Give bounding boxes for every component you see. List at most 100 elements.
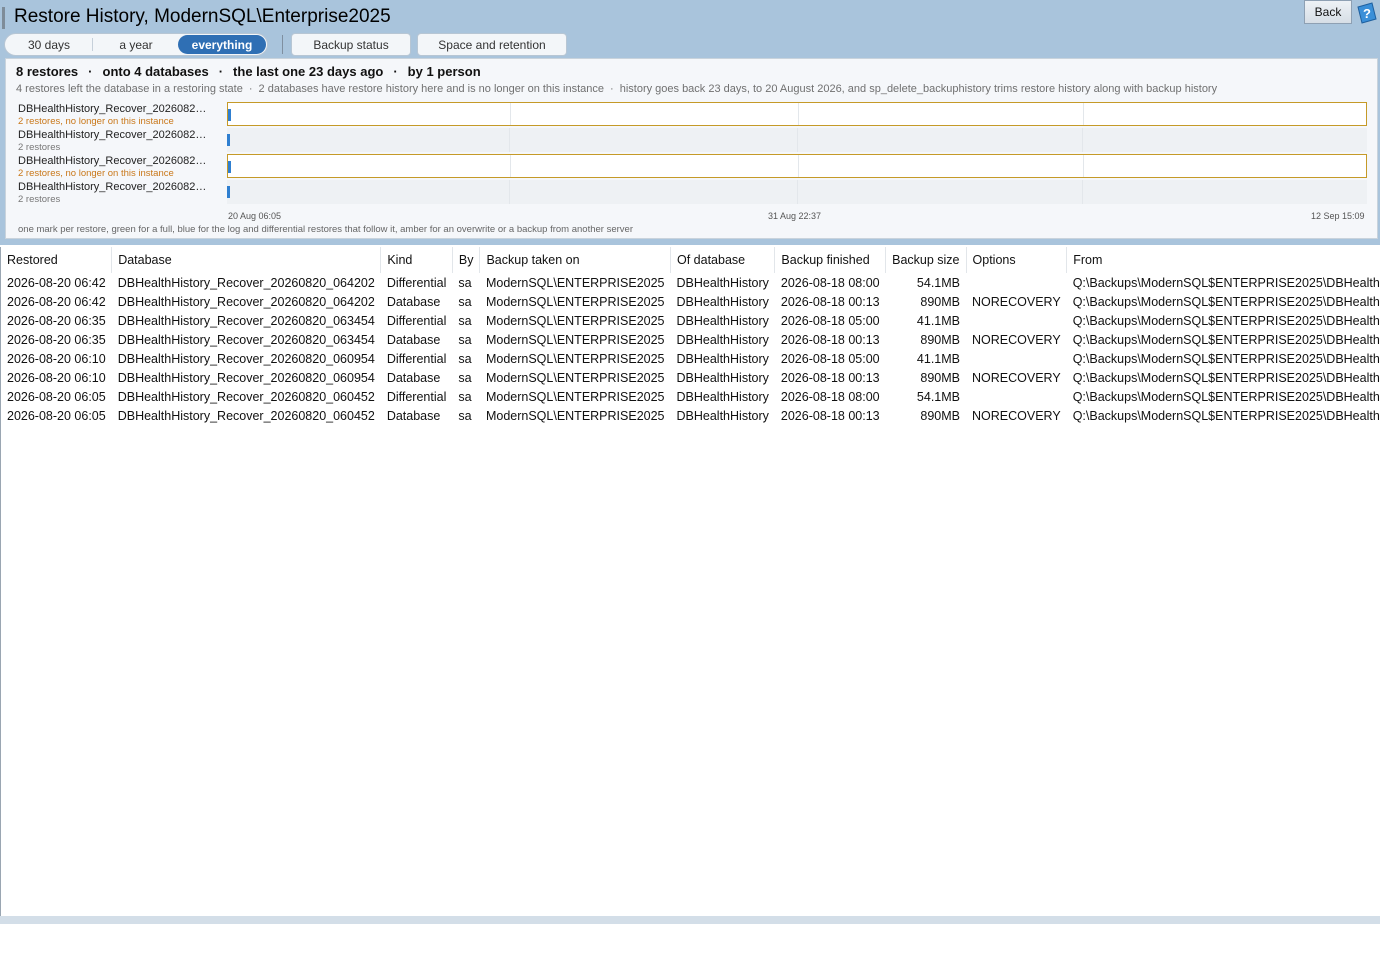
timeline-row[interactable]: DBHealthHistory_Recover_20260820… 2 resto… <box>6 102 1377 128</box>
timeline-row[interactable]: DBHealthHistory_Recover_20260820… 2 resto… <box>6 154 1377 180</box>
cell-by: sa <box>458 389 472 404</box>
tabs-divider <box>282 35 283 54</box>
axis-label-start: 20 Aug 06:05 <box>228 211 282 221</box>
cell-kind: Database <box>386 332 441 347</box>
column-header-database[interactable]: Database <box>111 247 382 273</box>
cell-from: Q:\Backups\ModernSQL$ENTERPRISE2025\DBHe… <box>1072 351 1380 366</box>
cell-kind: Database <box>386 408 441 423</box>
table-row[interactable]: 2026-08-20 06:42 DBHealthHistory_Recover_… <box>1 273 1380 292</box>
cell-backup-taken-on: ModernSQL\ENTERPRISE2025 <box>485 332 665 347</box>
table-row[interactable]: 2026-08-20 06:35 DBHealthHistory_Recover_… <box>1 311 1380 330</box>
timeline-gridline <box>1082 180 1083 204</box>
cell-kind: Database <box>386 294 441 309</box>
range-everything-pill[interactable]: everything <box>178 35 266 54</box>
timeline-row[interactable]: DBHealthHistory_Recover_20260820… 2 resto… <box>6 128 1377 154</box>
cell-backup-size: 890MB <box>920 294 961 309</box>
timeline-row-database-name: DBHealthHistory_Recover_20260820… <box>18 181 208 193</box>
restore-mark[interactable] <box>228 109 231 121</box>
timeline-gridline <box>797 180 798 204</box>
cell-backup-taken-on: ModernSQL\ENTERPRISE2025 <box>485 313 665 328</box>
column-header-backup-size[interactable]: Backup size <box>885 247 967 273</box>
cell-from: Q:\Backups\ModernSQL$ENTERPRISE2025\DBHe… <box>1072 275 1380 290</box>
timeline-row-restore-summary: 2 restores, no longer on this instance <box>18 116 174 127</box>
cell-by: sa <box>458 351 472 366</box>
tab-backup-status[interactable]: Backup status <box>291 33 411 56</box>
table-row[interactable]: 2026-08-20 06:05 DBHealthHistory_Recover_… <box>1 406 1380 425</box>
cell-backup-taken-on: ModernSQL\ENTERPRISE2025 <box>485 370 665 385</box>
restore-mark[interactable] <box>227 186 230 198</box>
tab-space-and-retention[interactable]: Space and retention <box>417 33 567 56</box>
cell-backup-size: 54.1MB <box>916 275 961 290</box>
cell-restored: 2026-08-20 06:10 <box>7 351 106 366</box>
restore-count: 8 restores <box>16 64 79 79</box>
cell-of-database: DBHealthHistory <box>676 313 769 328</box>
cell-of-database: DBHealthHistory <box>676 332 769 347</box>
cell-from: Q:\Backups\ModernSQL$ENTERPRISE2025\DBHe… <box>1072 408 1380 423</box>
timeline-gridline <box>509 180 510 204</box>
cell-options <box>966 387 1067 406</box>
column-header-kind[interactable]: Kind <box>380 247 453 273</box>
column-header-of-database[interactable]: Of database <box>670 247 776 273</box>
cell-database: DBHealthHistory_Recover_20260820_063454 <box>117 332 375 347</box>
cell-by: sa <box>458 332 472 347</box>
restore-mark[interactable] <box>227 134 230 146</box>
timeline-row-restore-summary: 2 restores, no longer on this instance <box>18 168 174 179</box>
timeline-legend: one mark per restore, green for a full, … <box>18 224 633 235</box>
table-row[interactable]: 2026-08-20 06:10 DBHealthHistory_Recover_… <box>1 368 1380 387</box>
axis-label-mid: 31 Aug 22:37 <box>768 211 822 221</box>
column-header-options[interactable]: Options <box>966 247 1068 273</box>
cell-backup-finished: 2026-08-18 08:00 <box>780 389 880 404</box>
table-row[interactable]: 2026-08-20 06:10 DBHealthHistory_Recover_… <box>1 349 1380 368</box>
cell-by: sa <box>458 408 472 423</box>
last-restore-age: the last one 23 days ago <box>233 64 384 79</box>
cell-kind: Differential <box>386 389 447 404</box>
cell-backup-finished: 2026-08-18 08:00 <box>780 275 880 290</box>
cell-backup-taken-on: ModernSQL\ENTERPRISE2025 <box>485 275 665 290</box>
cell-database: DBHealthHistory_Recover_20260820_060954 <box>117 351 375 366</box>
back-button[interactable]: Back <box>1304 0 1352 24</box>
cell-backup-size: 41.1MB <box>916 313 961 328</box>
title-accent-bar <box>2 7 5 29</box>
cell-kind: Differential <box>386 275 447 290</box>
cell-backup-taken-on: ModernSQL\ENTERPRISE2025 <box>485 351 665 366</box>
cell-backup-taken-on: ModernSQL\ENTERPRISE2025 <box>485 389 665 404</box>
range-a-year-pill[interactable]: a year <box>97 34 175 55</box>
column-header-restored[interactable]: Restored <box>1 247 113 273</box>
timeline-row-database-name: DBHealthHistory_Recover_20260820… <box>18 129 208 141</box>
cell-restored: 2026-08-20 06:35 <box>7 313 106 328</box>
cell-of-database: DBHealthHistory <box>676 275 769 290</box>
column-header-backup-taken-on[interactable]: Backup taken on <box>479 247 672 273</box>
cell-kind: Differential <box>386 351 447 366</box>
cell-from: Q:\Backups\ModernSQL$ENTERPRISE2025\DBHe… <box>1072 294 1380 309</box>
cell-backup-size: 890MB <box>920 408 961 423</box>
note-history-range: history goes back 23 days, to 20 August … <box>619 83 1218 95</box>
timeline-row-database-name: DBHealthHistory_Recover_20260820… <box>18 155 208 167</box>
restore-mark[interactable] <box>228 161 231 173</box>
cell-database: DBHealthHistory_Recover_20260820_064202 <box>117 275 375 290</box>
column-header-from[interactable]: From <box>1066 247 1380 273</box>
table-header-row: Restored Database Kind By Backup taken on Of … <box>1 247 1380 273</box>
cell-options <box>966 273 1067 292</box>
table-row[interactable]: 2026-08-20 06:42 DBHealthHistory_Recover_… <box>1 292 1380 311</box>
timeline-gridline <box>1083 103 1084 125</box>
column-header-backup-finished[interactable]: Backup finished <box>774 247 887 273</box>
time-range-selector: 30 days a year everything <box>4 33 268 56</box>
table-row[interactable]: 2026-08-20 06:35 DBHealthHistory_Recover_… <box>1 330 1380 349</box>
cell-of-database: DBHealthHistory <box>676 389 769 404</box>
table-row[interactable]: 2026-08-20 06:05 DBHealthHistory_Recover_… <box>1 387 1380 406</box>
database-count: onto 4 databases <box>102 64 209 79</box>
range-30-days-pill[interactable]: 30 days <box>11 34 87 55</box>
cell-from: Q:\Backups\ModernSQL$ENTERPRISE2025\DBHe… <box>1072 389 1380 404</box>
timeline-row[interactable]: DBHealthHistory_Recover_20260820… 2 resto… <box>6 180 1377 206</box>
cell-database: DBHealthHistory_Recover_20260820_060452 <box>117 408 375 423</box>
cell-backup-size: 890MB <box>920 332 961 347</box>
cell-backup-finished: 2026-08-18 00:13 <box>780 370 880 385</box>
cell-restored: 2026-08-20 06:42 <box>7 275 106 290</box>
cell-by: sa <box>458 370 472 385</box>
cell-backup-finished: 2026-08-18 00:13 <box>780 408 880 423</box>
help-icon[interactable]: ? <box>1354 1 1378 25</box>
cell-kind: Database <box>386 370 441 385</box>
cell-from: Q:\Backups\ModernSQL$ENTERPRISE2025\DBHe… <box>1072 370 1380 385</box>
cell-by: sa <box>458 275 472 290</box>
column-header-by[interactable]: By <box>452 247 481 273</box>
